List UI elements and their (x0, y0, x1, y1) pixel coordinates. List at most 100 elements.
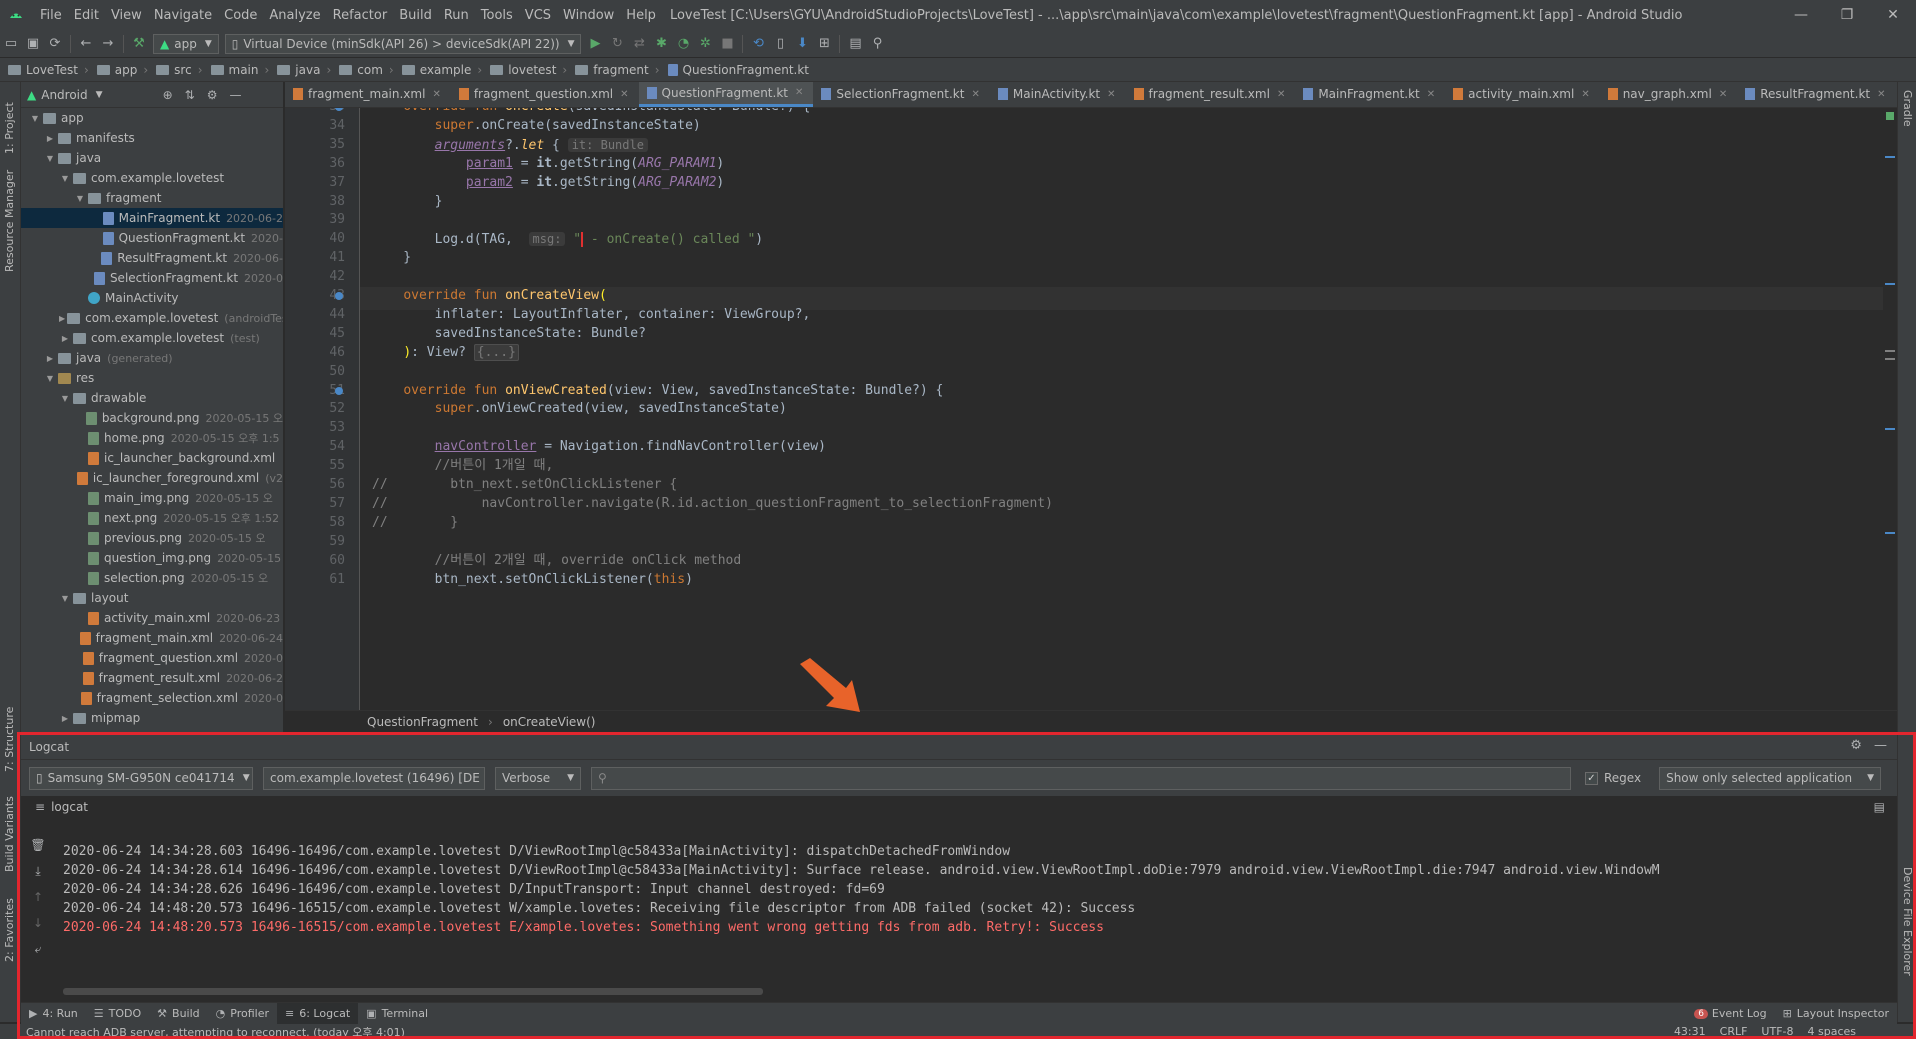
tree-item[interactable]: SelectionFragment.kt 2020-0 (21, 268, 283, 288)
build-variants-tool-tab[interactable]: Build Variants (3, 796, 16, 872)
close-tab-icon[interactable]: ✕ (795, 87, 803, 98)
soft-wrap-toggle-icon[interactable]: ⤶ (27, 942, 49, 964)
layout-inspector-icon[interactable]: ⊞ (813, 33, 835, 55)
gear-icon[interactable]: ⚙ (1850, 738, 1862, 753)
code-line[interactable]: inflater: LayoutInflater, container: Vie… (372, 306, 811, 325)
close-tab-icon[interactable]: ✕ (620, 89, 628, 100)
make-project-icon[interactable]: ⚒ (128, 33, 150, 55)
tree-item[interactable]: ▶ mipmap (21, 708, 283, 728)
tree-item[interactable]: ic_launcher_foreground.xml (v2 (21, 468, 283, 488)
sdk-manager-icon[interactable]: ⬇ (791, 33, 813, 55)
search-everywhere-icon[interactable]: ⚲ (866, 33, 888, 55)
stop-icon[interactable]: ■ (716, 33, 738, 55)
log-line[interactable]: 2020-06-24 14:48:20.573 16496-16515/com.… (63, 918, 1104, 937)
nav-crumb[interactable]: fragment › (567, 63, 660, 77)
code-line[interactable]: override fun onCreateView( (372, 287, 607, 306)
back-arrow-icon[interactable]: ← (75, 33, 97, 55)
tool-window-button-profiler[interactable]: ◔ Profiler (208, 1003, 277, 1025)
favorites-tool-tab[interactable]: 2: Favorites (3, 898, 16, 962)
tree-item[interactable]: ic_launcher_background.xml (21, 448, 283, 468)
expanded-arrow-icon[interactable]: ▼ (59, 174, 71, 183)
code-line[interactable]: } (372, 249, 411, 268)
nav-crumb[interactable]: lovetest › (482, 63, 567, 77)
nav-crumb[interactable]: app › (89, 63, 148, 77)
tool-window-button-6-logcat[interactable]: ≡ 6: Logcat (277, 1002, 359, 1025)
breadcrumb-method[interactable]: onCreateView() (503, 715, 596, 729)
tool-window-button-terminal[interactable]: ▣ Terminal (358, 1003, 436, 1025)
status-message[interactable]: Cannot reach ADB server, attempting to r… (26, 1024, 405, 1039)
code-line[interactable]: super.onViewCreated(view, savedInstanceS… (372, 400, 787, 419)
caret-position[interactable]: 43:31 (1674, 1025, 1706, 1038)
indent-setting[interactable]: 4 spaces (1808, 1025, 1857, 1038)
clear-logcat-icon[interactable]: 🗑 (27, 838, 49, 860)
tree-item[interactable]: ResultFragment.kt 2020-06- (21, 248, 283, 268)
tree-item[interactable]: next.png 2020-05-15 오후 1:52 (21, 508, 283, 528)
layout-inspector-button[interactable]: ⊞ Layout Inspector (1775, 1003, 1897, 1025)
code-line[interactable]: override fun onCreate(savedInstanceState… (372, 108, 810, 117)
up-arrow-icon[interactable]: ↑ (27, 890, 49, 912)
tree-item[interactable]: ▶ com.example.lovetest (test) (21, 328, 283, 348)
tree-item[interactable]: activity_main.xml 2020-06-23 (21, 608, 283, 628)
restore-button[interactable]: ❐ (1824, 0, 1870, 30)
collapsed-arrow-icon[interactable]: ▶ (44, 134, 56, 143)
log-line[interactable]: 2020-06-24 14:34:28.603 16496-16496/com.… (63, 842, 1010, 861)
menu-analyze[interactable]: Analyze (263, 8, 326, 23)
line-separator[interactable]: CRLF (1720, 1025, 1748, 1038)
apply-code-changes-icon[interactable]: ⇄ (628, 33, 650, 55)
tree-item[interactable]: previous.png 2020-05-15 오 (21, 528, 283, 548)
editor-tab[interactable]: ResultFragment.kt ✕ (1737, 82, 1895, 107)
override-marker-icon[interactable] (335, 386, 343, 395)
down-arrow-icon[interactable]: ↓ (27, 916, 49, 938)
code-line[interactable]: Log.d(TAG, msg: " - onCreate() called ") (372, 230, 763, 249)
expanded-arrow-icon[interactable]: ▼ (29, 114, 41, 123)
run-icon[interactable]: ▶ (584, 33, 606, 55)
editor-tab[interactable]: fragment_question.xml ✕ (451, 82, 639, 107)
process-selector[interactable]: com.example.lovetest (16496) [DE▼ (263, 766, 485, 790)
hide-panel-icon[interactable]: — (229, 88, 241, 102)
code-line[interactable]: arguments?.let { it: Bundle (372, 136, 648, 155)
menu-file[interactable]: File (34, 8, 68, 23)
hide-panel-icon[interactable]: — (1874, 738, 1887, 753)
code-line[interactable]: // navController.navigate(R.id.action_qu… (372, 495, 1053, 514)
resource-manager-tool-tab[interactable]: Resource Manager (3, 170, 16, 272)
menu-view[interactable]: View (105, 8, 148, 23)
tree-item[interactable]: ▼ res (21, 368, 283, 388)
tree-item[interactable]: QuestionFragment.kt 2020- (21, 228, 283, 248)
tree-item[interactable]: MainActivity (21, 288, 283, 308)
collapsed-arrow-icon[interactable]: ▶ (44, 354, 56, 363)
editor-scroll-markers[interactable] (1883, 108, 1897, 710)
tree-item[interactable]: ▼ com.example.lovetest (21, 168, 283, 188)
tree-item[interactable]: fragment_question.xml 2020-0 (21, 648, 283, 668)
log-line[interactable]: 2020-06-24 14:48:20.573 16496-16515/com.… (63, 899, 1135, 918)
menu-run[interactable]: Run (438, 8, 475, 23)
tree-item[interactable]: fragment_result.xml 2020-06-2 (21, 668, 283, 688)
tree-item[interactable]: ▼ java (21, 148, 283, 168)
device-file-explorer-tool-tab[interactable]: Device File Explorer (1901, 867, 1914, 976)
tree-item[interactable]: ▼ layout (21, 588, 283, 608)
locate-file-icon[interactable]: ⊕ (163, 88, 173, 102)
close-button[interactable]: ✕ (1870, 0, 1916, 30)
expanded-arrow-icon[interactable]: ▼ (44, 154, 56, 163)
close-tab-icon[interactable]: ✕ (1877, 89, 1885, 100)
override-marker-icon[interactable] (335, 292, 343, 300)
tree-item[interactable]: main_img.png 2020-05-15 오 (21, 488, 283, 508)
editor-tab[interactable]: SelectionFragment.kt ✕ (813, 82, 989, 107)
code-line[interactable]: param1 = it.getString(ARG_PARAM1) (372, 155, 724, 174)
nav-crumb[interactable]: src › (148, 63, 203, 77)
gear-icon[interactable]: ⚙ (207, 88, 218, 102)
code-line[interactable]: } (372, 193, 443, 212)
structure-tool-tab[interactable]: 7: Structure (3, 707, 16, 772)
nav-crumb[interactable]: QuestionFragment.kt (660, 63, 809, 77)
collapsed-arrow-icon[interactable]: ▶ (59, 714, 71, 723)
soft-wrap-icon[interactable]: ▤ (1874, 800, 1885, 814)
tree-item[interactable]: ▼ fragment (21, 188, 283, 208)
log-line[interactable]: 2020-06-24 14:34:28.614 16496-16496/com.… (63, 861, 1660, 880)
breadcrumb-class[interactable]: QuestionFragment (367, 715, 478, 729)
close-tab-icon[interactable]: ✕ (1277, 89, 1285, 100)
tree-item[interactable]: ▶ java (generated) (21, 348, 283, 368)
collapsed-arrow-icon[interactable]: ▶ (59, 314, 65, 323)
code-line[interactable]: navController = Navigation.findNavContro… (372, 438, 826, 457)
nav-crumb[interactable]: example › (394, 63, 482, 77)
logcat-horizontal-scrollbar[interactable] (63, 988, 763, 995)
collapsed-arrow-icon[interactable]: ▶ (59, 334, 71, 343)
